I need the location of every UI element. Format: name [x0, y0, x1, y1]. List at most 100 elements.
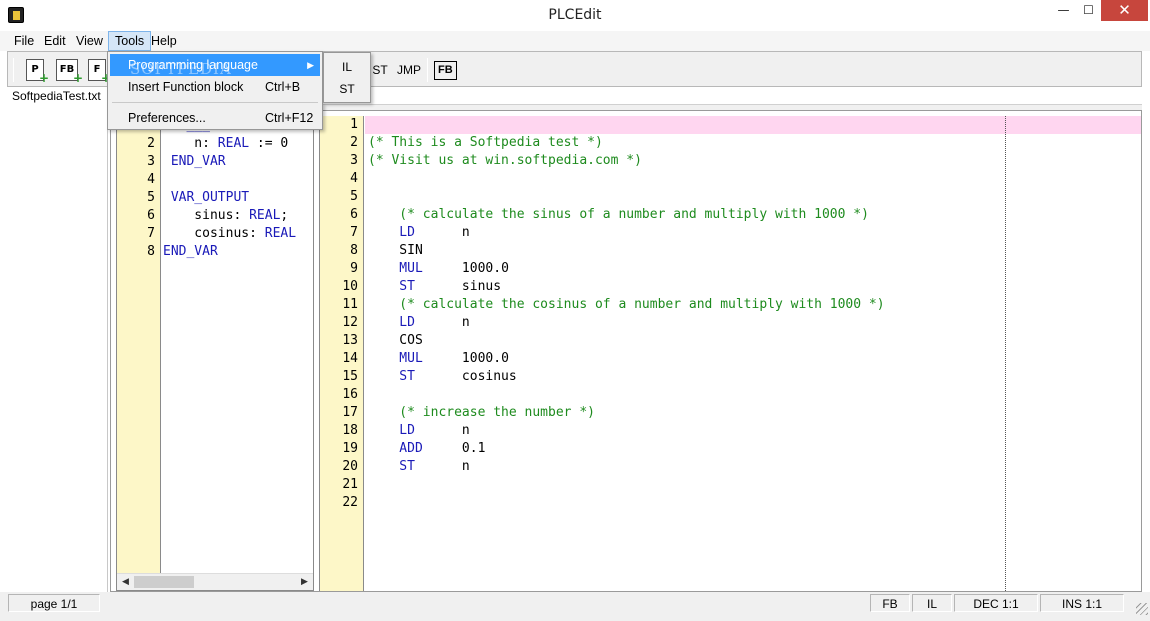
new-function-label: F — [93, 64, 101, 75]
line-number: 3 — [147, 154, 155, 169]
right-margin-guide — [1005, 116, 1006, 591]
scroll-right-icon[interactable]: ▶ — [296, 574, 313, 590]
code-text: 1000.0 — [422, 261, 509, 276]
maximize-button[interactable]: ☐ — [1076, 0, 1101, 21]
code-line: ADD 0.1 — [368, 440, 485, 458]
code-comment: (* increase the number *) — [368, 405, 595, 420]
line-number: 13 — [342, 333, 358, 348]
file-panel: SoftpediaTest.txt — [7, 87, 108, 592]
plus-icon: + — [73, 71, 84, 85]
menu-view[interactable]: View — [70, 31, 109, 51]
code-text: cosinus: — [163, 226, 265, 241]
code-keyword: LD — [368, 423, 415, 438]
line-number: 7 — [147, 226, 155, 241]
code-keyword: LD — [368, 225, 415, 240]
line-number: 14 — [342, 351, 358, 366]
code-keyword: ST — [368, 459, 415, 474]
code-keyword: LD — [368, 315, 415, 330]
code-keyword: MUL — [368, 261, 423, 276]
status-language: IL — [912, 594, 952, 612]
line-number: 2 — [147, 136, 155, 151]
submenu-item-il[interactable]: IL — [326, 56, 368, 78]
line-number: 4 — [147, 172, 155, 187]
scroll-left-icon[interactable]: ◀ — [117, 574, 134, 590]
scroll-thumb[interactable] — [134, 576, 194, 588]
menu-preferences[interactable]: Preferences... Ctrl+F12 — [110, 107, 320, 129]
code-text: cosinus — [414, 369, 517, 384]
code-line: (* Visit us at win.softpedia.com *) — [368, 152, 642, 170]
code-line: MUL 1000.0 — [368, 260, 509, 278]
code-text: sinus: — [163, 208, 250, 223]
jmp-button[interactable]: JMP — [397, 57, 421, 83]
status-page: page 1/1 — [8, 594, 100, 612]
insert-fb-shortcut: Ctrl+B — [265, 80, 301, 94]
line-number: 22 — [342, 495, 358, 510]
line-number: 11 — [342, 297, 358, 312]
code-keyword: END_VAR — [163, 154, 226, 169]
menu-insert-function-block[interactable]: Insert Function block Ctrl+B — [110, 76, 320, 98]
code-pane[interactable]: 1 2 (* This is a Softpedia test *) 3 (* Visi… — [319, 116, 1141, 591]
new-program-button[interactable]: P + — [26, 59, 49, 84]
preferences-shortcut: Ctrl+F12 — [265, 111, 314, 125]
insert-fb-label: Insert Function block — [128, 80, 244, 94]
line-number: 12 — [342, 315, 358, 330]
code-line: COS — [368, 332, 423, 350]
code-comment: (* This is a Softpedia test *) — [368, 135, 603, 150]
code-line: ST sinus — [368, 278, 501, 296]
declaration-hscrollbar[interactable]: ◀ ▶ — [117, 573, 313, 590]
code-line: SIN — [368, 242, 423, 260]
code-line: END_VAR — [163, 243, 218, 261]
line-number: 19 — [342, 441, 358, 456]
line-number: 5 — [350, 189, 358, 204]
code-line: cosinus: REAL — [163, 225, 296, 243]
code-keyword: ST — [368, 279, 415, 294]
code-comment: (* Visit us at win.softpedia.com *) — [368, 153, 642, 168]
code-keyword: END_VAR — [163, 244, 218, 259]
code-line: END_VAR — [163, 153, 226, 171]
code-line: (* increase the number *) — [368, 404, 595, 422]
language-submenu: IL ST — [323, 52, 371, 103]
line-number: 2 — [350, 135, 358, 150]
title-bar: PLCEdit — ☐ ✕ — [0, 0, 1150, 31]
code-text: n — [414, 315, 470, 330]
line-number: 10 — [342, 279, 358, 294]
menu-help[interactable]: Help — [145, 31, 183, 51]
declaration-pane[interactable]: 1 ___2 n: REAL := 03 END_VAR45 VAR_OUTPU… — [116, 116, 314, 591]
resize-grip-icon[interactable] — [1136, 603, 1148, 615]
close-button[interactable]: ✕ — [1101, 0, 1148, 21]
watermark-logo: SOFTPEDIA — [130, 60, 232, 78]
code-keyword: MUL — [368, 351, 423, 366]
line-number: 5 — [147, 190, 155, 205]
menu-edit[interactable]: Edit — [38, 31, 72, 51]
code-line: LD n — [368, 422, 469, 440]
line-number: 3 — [350, 153, 358, 168]
code-line: (* calculate the cosinus of a number and… — [368, 296, 885, 314]
status-block-type: FB — [870, 594, 910, 612]
minimize-button[interactable]: — — [1051, 0, 1076, 21]
line-number: 9 — [350, 261, 358, 276]
menu-file[interactable]: File — [8, 31, 40, 51]
line-number: 6 — [147, 208, 155, 223]
submenu-item-st[interactable]: ST — [326, 78, 368, 100]
file-item[interactable]: SoftpediaTest.txt — [12, 89, 101, 103]
line-number: 17 — [342, 405, 358, 420]
line-number: 18 — [342, 423, 358, 438]
code-comment: (* calculate the cosinus of a number and… — [368, 297, 885, 312]
status-position: DEC 1:1 — [954, 594, 1038, 612]
code-text: := 0 — [249, 136, 289, 151]
code-text: SIN — [368, 243, 423, 258]
code-keyword: REAL — [249, 208, 281, 223]
toolbar-grip — [13, 58, 14, 82]
fb-button[interactable]: FB — [434, 61, 457, 80]
new-function-button[interactable]: F + — [88, 59, 111, 84]
line-number: 20 — [342, 459, 358, 474]
line-number: 1 — [350, 117, 358, 132]
code-line: MUL 1000.0 — [368, 350, 509, 368]
new-fb-button[interactable]: FB + — [56, 59, 83, 84]
line-number: 6 — [350, 207, 358, 222]
code-line: VAR_OUTPUT — [163, 189, 249, 207]
code-line: LD n — [368, 314, 470, 332]
current-line-highlight — [365, 116, 1141, 134]
st-button[interactable]: ST — [370, 57, 390, 83]
line-number: 21 — [342, 477, 358, 492]
